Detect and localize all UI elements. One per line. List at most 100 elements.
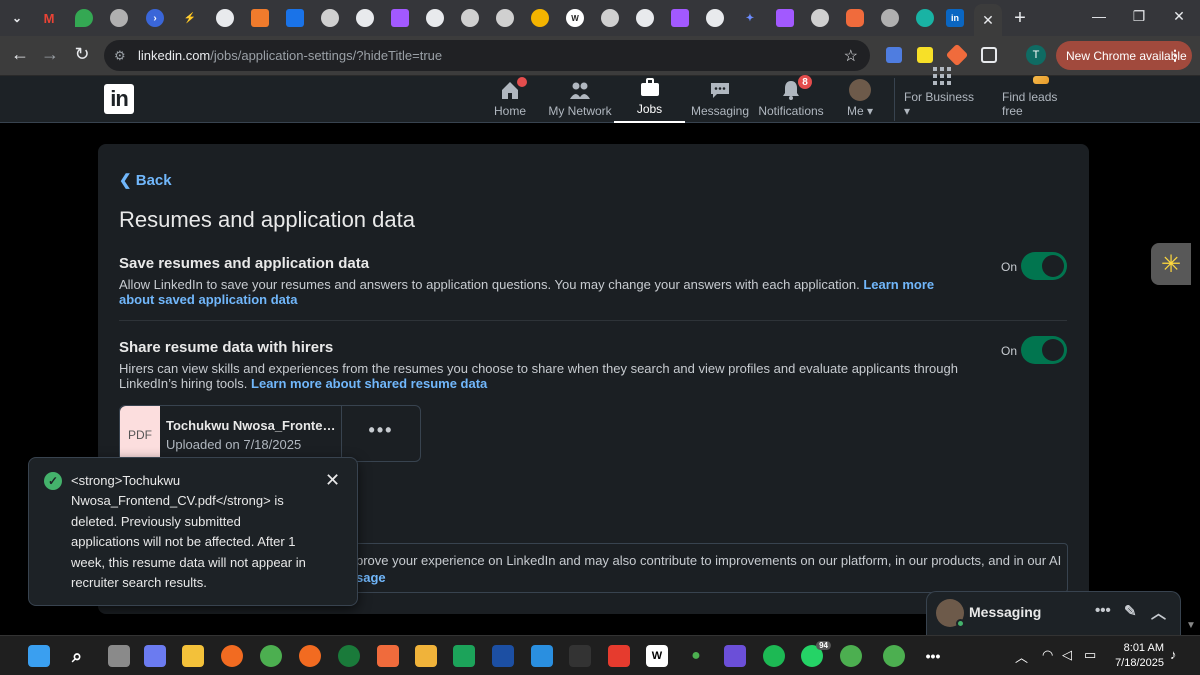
figma-tab-icon[interactable] <box>776 9 794 27</box>
more-horizontal-icon[interactable]: ••• <box>1095 602 1111 619</box>
teal-tab-icon[interactable] <box>916 9 934 27</box>
close-window-button[interactable]: ✕ <box>1164 8 1194 25</box>
new-tab-button[interactable]: + <box>1010 7 1030 30</box>
linkedin-tab-icon[interactable]: in <box>946 9 964 27</box>
nav-my-network[interactable]: My Network <box>548 76 612 123</box>
openai-tab-icon[interactable] <box>811 9 829 27</box>
more-options-icon[interactable]: ••• <box>341 420 421 441</box>
app-icon[interactable] <box>453 645 475 667</box>
file-explorer-icon[interactable] <box>182 645 204 667</box>
nav-home[interactable]: Home <box>490 76 530 123</box>
back-link[interactable]: ❮ Back <box>119 171 172 189</box>
resume-file-card[interactable]: PDF Tochukwu Nwosa_Frontend... Uploaded … <box>119 405 421 463</box>
ai-info-link[interactable]: sage <box>356 570 386 585</box>
chevron-up-icon[interactable]: ︿ <box>1151 602 1166 623</box>
messaging-widget[interactable]: Messaging ••• ✎ ︿ <box>926 591 1181 635</box>
compose-icon[interactable]: ✎ <box>1124 602 1137 620</box>
github-tab-icon[interactable] <box>636 9 654 27</box>
figma-tab-icon[interactable] <box>391 9 409 27</box>
bookmark-star-icon[interactable]: ☆ <box>844 46 858 66</box>
forward-arrow-icon[interactable]: → <box>38 44 62 65</box>
reload-icon[interactable]: ↻ <box>70 44 94 65</box>
maximize-button[interactable]: ❐ <box>1124 8 1154 25</box>
vscode-icon[interactable] <box>531 645 553 667</box>
nav-me[interactable]: Me ▾ <box>842 76 878 123</box>
openai-tab-icon[interactable] <box>496 9 514 27</box>
learn-more-shared-data-link[interactable]: Learn more about shared resume data <box>251 376 487 391</box>
figma-tab-icon[interactable] <box>671 9 689 27</box>
app-icon[interactable] <box>377 645 399 667</box>
nav-find-leads[interactable]: Find leads free <box>1002 76 1080 123</box>
app-icon[interactable]: W <box>646 645 668 667</box>
chevron-up-icon[interactable]: ︿ <box>1015 647 1028 666</box>
wifi-icon[interactable]: ◠ <box>1042 647 1053 663</box>
orange-app-icon[interactable] <box>299 645 321 667</box>
activity-tab-icon[interactable]: ⚡ <box>181 9 199 27</box>
nav-messaging[interactable]: Messaging <box>691 76 749 123</box>
nav-notifications[interactable]: 8 Notifications <box>758 75 824 123</box>
openai-tab-icon[interactable] <box>461 9 479 27</box>
orange-tab-icon[interactable] <box>846 9 864 27</box>
linkedin-logo[interactable]: in <box>104 84 134 114</box>
minimize-button[interactable]: — <box>1084 8 1114 24</box>
star-tab-icon[interactable]: ✦ <box>741 9 759 27</box>
sparkle-extension-icon[interactable]: ✳ <box>1151 243 1191 285</box>
gmail-tab-icon[interactable]: M <box>40 9 58 27</box>
openai-tab-icon[interactable] <box>601 9 619 27</box>
colorful-tab-icon[interactable] <box>531 9 549 27</box>
openai-tab-icon[interactable] <box>321 9 339 27</box>
arrow-tab-icon[interactable]: › <box>146 9 164 27</box>
notification-bell-icon[interactable]: ♪ <box>1170 647 1177 662</box>
compass-tab-icon[interactable] <box>286 9 304 27</box>
extension-orange-icon[interactable] <box>945 43 969 67</box>
more-vertical-icon[interactable]: ⋮ <box>1168 47 1182 64</box>
whatsapp-icon[interactable]: 94 <box>801 641 831 667</box>
task-view-icon[interactable] <box>108 645 130 667</box>
settings-tab-icon[interactable] <box>251 9 269 27</box>
nav-jobs[interactable]: Jobs <box>614 76 685 123</box>
spotify-icon[interactable] <box>763 645 785 667</box>
share-resume-toggle[interactable] <box>1021 336 1067 364</box>
delete-toast: ✓ <strong>Tochukwu Nwosa_Frontend_CV.pdf… <box>28 457 358 606</box>
tab-search-icon[interactable]: ⌄ <box>8 9 26 27</box>
back-arrow-icon[interactable]: ← <box>8 44 32 65</box>
nav-for-business[interactable]: For Business ▾ <box>904 67 980 123</box>
more-horizontal-icon[interactable]: ••• <box>922 645 944 667</box>
chrome-update-button[interactable]: New Chrome available ⋮ <box>1056 41 1192 70</box>
firefox-icon[interactable] <box>221 645 243 667</box>
close-icon[interactable]: ✕ <box>325 470 340 491</box>
extension-doc-icon[interactable] <box>886 47 902 63</box>
scroll-down-arrow-icon[interactable]: ▼ <box>1186 620 1196 631</box>
chrome-icon[interactable] <box>840 645 862 667</box>
maps-tab-icon[interactable] <box>75 9 93 27</box>
battery-icon[interactable]: ▭ <box>1084 647 1096 663</box>
profile-avatar[interactable]: T <box>1026 45 1046 65</box>
search-icon[interactable]: ⌕ <box>66 645 88 667</box>
w-tab-icon[interactable]: W <box>566 9 584 27</box>
app-icon[interactable] <box>569 645 591 667</box>
app-icon[interactable] <box>724 645 746 667</box>
site-info-icon[interactable]: ⚙ <box>114 48 126 64</box>
chrome-icon[interactable] <box>883 645 905 667</box>
chrome-icon[interactable] <box>260 645 282 667</box>
git-icon[interactable] <box>415 645 437 667</box>
globe-tab-icon[interactable] <box>881 9 899 27</box>
github-tab-icon[interactable] <box>426 9 444 27</box>
app-icon[interactable] <box>492 645 514 667</box>
app-icon[interactable] <box>608 645 630 667</box>
address-bar[interactable]: ⚙ linkedin.com/jobs/application-settings… <box>104 40 870 71</box>
extensions-puzzle-icon[interactable] <box>981 47 997 63</box>
volume-icon[interactable]: ◁ <box>1062 647 1072 663</box>
system-clock[interactable]: 8:01 AM 7/18/2025 <box>1112 641 1164 671</box>
app-icon[interactable]: ● <box>685 645 707 667</box>
extension-sparkle-icon[interactable] <box>917 47 933 63</box>
github-tab-icon[interactable] <box>356 9 374 27</box>
mongodb-icon[interactable] <box>338 645 360 667</box>
save-resumes-toggle[interactable] <box>1021 252 1067 280</box>
github-tab-icon[interactable] <box>216 9 234 27</box>
github-tab-icon[interactable] <box>706 9 724 27</box>
site-tab-icon[interactable] <box>110 9 128 27</box>
tab-close-button[interactable]: ✕ <box>974 4 1002 36</box>
copilot-icon[interactable] <box>144 645 166 667</box>
windows-start-icon[interactable] <box>28 645 50 667</box>
